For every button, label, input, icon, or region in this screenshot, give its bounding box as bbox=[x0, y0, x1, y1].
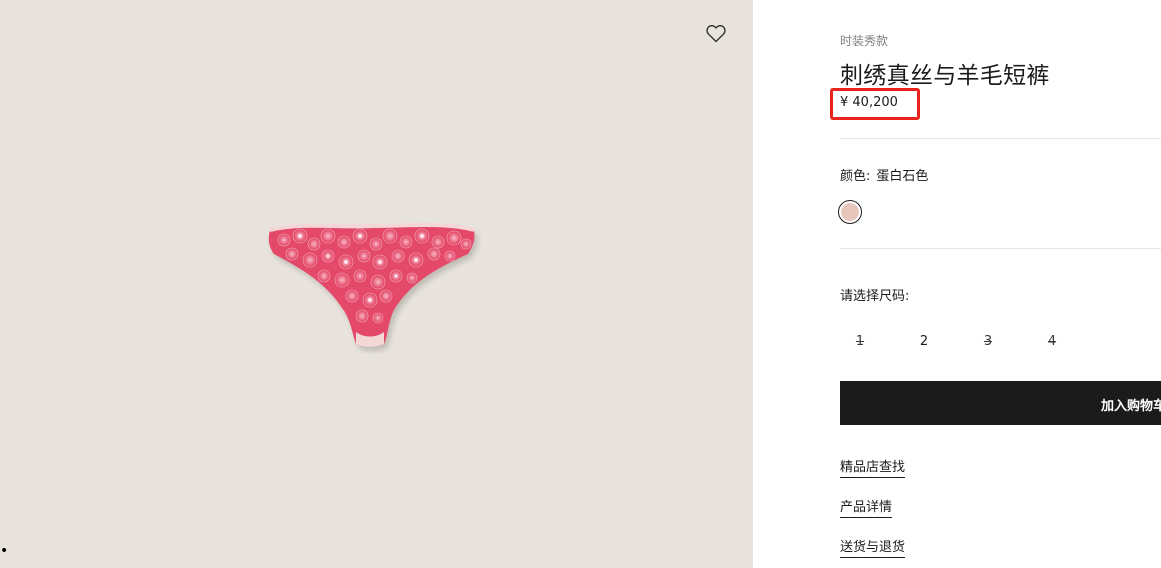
size-options: 1 2 3 4 bbox=[840, 331, 1080, 353]
product-details-link[interactable]: 产品详情 bbox=[840, 496, 893, 518]
color-label: 颜色: bbox=[840, 169, 871, 184]
size-option-2[interactable]: 2 bbox=[904, 331, 944, 353]
add-to-cart-label: 加入购物车 bbox=[1101, 399, 1161, 414]
color-swatch-fill bbox=[841, 203, 859, 221]
product-photo bbox=[262, 214, 484, 354]
color-row: 颜色: 蛋白石色 bbox=[840, 165, 928, 184]
stray-bullet: • bbox=[0, 543, 9, 559]
shipping-returns-link[interactable]: 送货与退货 bbox=[840, 536, 906, 558]
color-value: 蛋白石色 bbox=[876, 169, 929, 184]
product-price: ¥ 40,200 bbox=[840, 95, 898, 110]
product-details-panel: 时装秀款 刺绣真丝与羊毛短裤 ¥ 40,200 颜色: 蛋白石色 请选择尺码: 1… bbox=[830, 0, 1161, 568]
divider bbox=[840, 138, 1161, 139]
size-option-4[interactable]: 4 bbox=[1032, 331, 1072, 353]
add-to-cart-button[interactable]: 加入购物车 bbox=[840, 381, 1161, 425]
divider bbox=[840, 248, 1161, 249]
store-finder-link[interactable]: 精品店查找 bbox=[840, 456, 906, 478]
product-image-panel: • bbox=[0, 0, 753, 568]
color-swatch[interactable] bbox=[838, 200, 862, 224]
size-option-3[interactable]: 3 bbox=[968, 331, 1008, 353]
size-label: 请选择尺码: bbox=[840, 289, 910, 304]
size-option-1[interactable]: 1 bbox=[840, 331, 880, 353]
heart-icon[interactable] bbox=[704, 21, 728, 45]
product-page: • 时装秀款 刺绣真丝与羊毛短裤 ¥ 40,200 颜色: 蛋白石色 请选择尺码:… bbox=[0, 0, 1161, 568]
product-category: 时装秀款 bbox=[840, 34, 889, 48]
product-title: 刺绣真丝与羊毛短裤 bbox=[840, 63, 1050, 89]
